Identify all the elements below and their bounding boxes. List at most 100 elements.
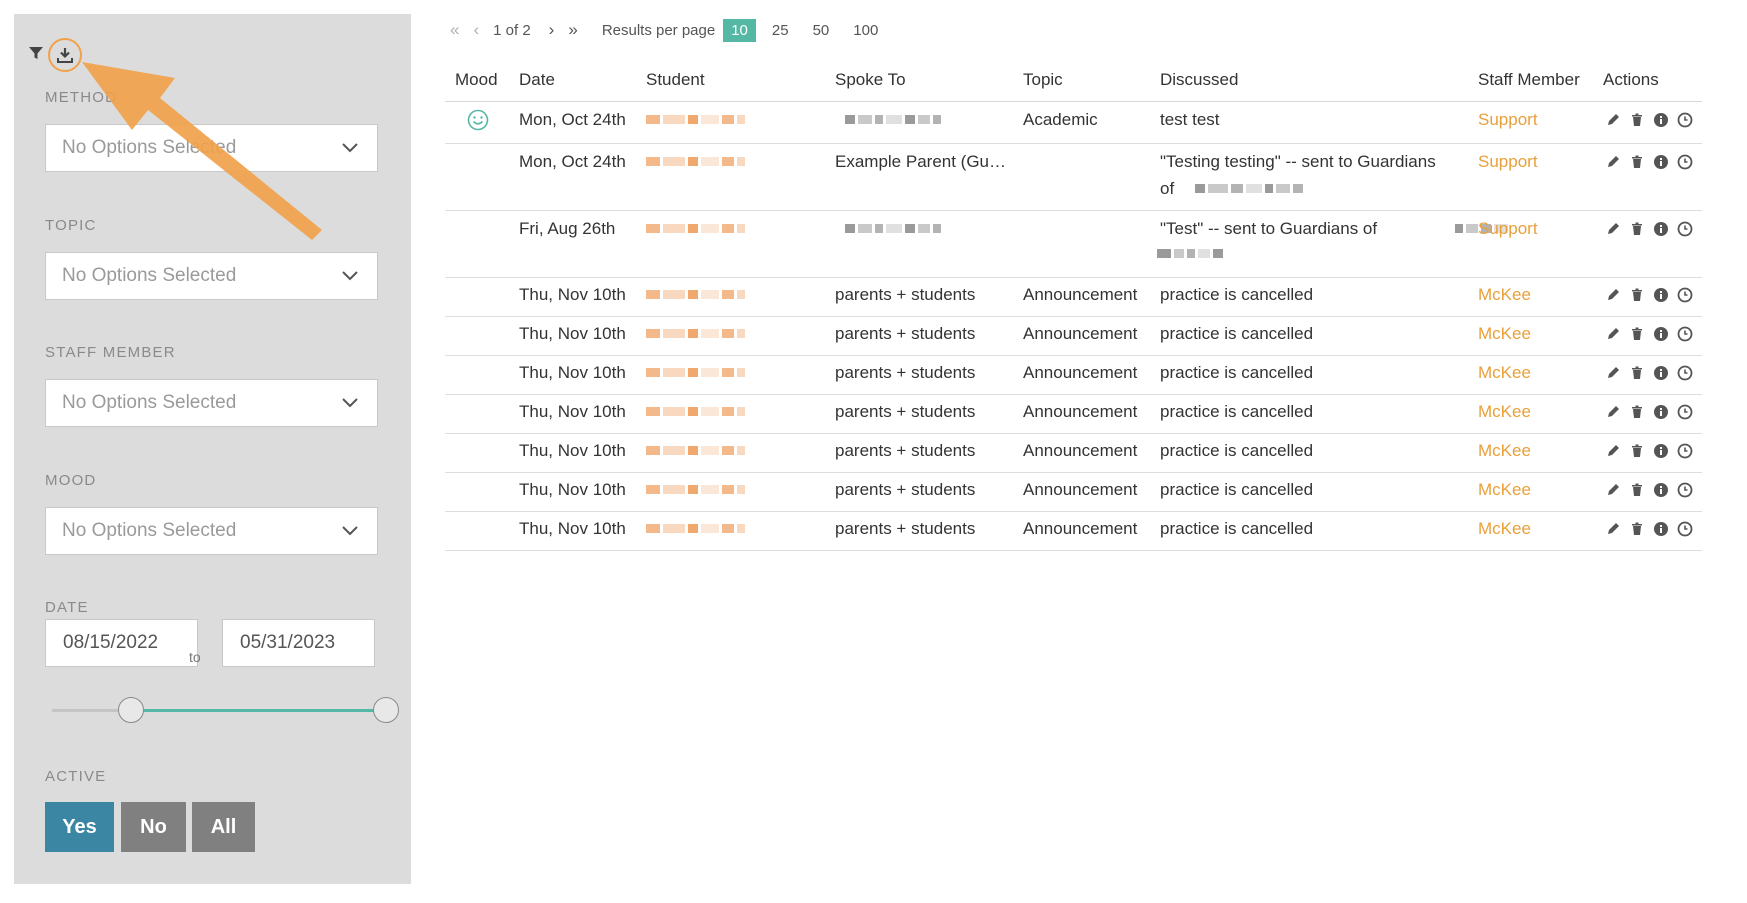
first-page-icon[interactable]: « — [450, 20, 459, 40]
table-row[interactable]: Thu, Nov 10th parents + students Announcem… — [445, 356, 1702, 395]
col-discussed[interactable]: Discussed — [1160, 70, 1238, 90]
trash-icon[interactable] — [1629, 521, 1645, 537]
info-icon[interactable] — [1653, 154, 1669, 170]
pencil-icon[interactable] — [1605, 112, 1621, 128]
info-icon[interactable] — [1653, 287, 1669, 303]
date-range-slider[interactable] — [52, 697, 399, 723]
table-row[interactable]: Thu, Nov 10th parents + students Announcem… — [445, 473, 1702, 512]
row-staff-member[interactable]: Support — [1478, 152, 1538, 172]
row-date: Thu, Nov 10th — [519, 363, 626, 382]
row-actions — [1605, 287, 1693, 303]
col-student[interactable]: Student — [646, 70, 705, 90]
row-staff-member[interactable]: McKee — [1478, 285, 1531, 305]
chevron-down-icon — [342, 143, 358, 153]
clock-icon[interactable] — [1677, 221, 1693, 237]
prev-page-icon[interactable]: ‹ — [473, 20, 479, 40]
filter-icon[interactable] — [28, 45, 44, 66]
row-staff-member[interactable]: McKee — [1478, 519, 1531, 539]
table-row[interactable]: Fri, Aug 26th "Test" -- sent to Guardians… — [445, 211, 1702, 278]
download-button[interactable] — [48, 38, 82, 72]
pencil-icon[interactable] — [1605, 221, 1621, 237]
info-icon[interactable] — [1653, 482, 1669, 498]
pencil-icon[interactable] — [1605, 521, 1621, 537]
trash-icon[interactable] — [1629, 221, 1645, 237]
date-to-input[interactable]: 05/31/2023 — [222, 619, 375, 667]
table-row[interactable]: Thu, Nov 10th parents + students Announcem… — [445, 278, 1702, 317]
clock-icon[interactable] — [1677, 521, 1693, 537]
per-page-50[interactable]: 50 — [805, 19, 838, 42]
clock-icon[interactable] — [1677, 326, 1693, 342]
per-page-25[interactable]: 25 — [764, 19, 797, 42]
active-all-button[interactable]: All — [192, 802, 255, 852]
row-staff-member[interactable]: McKee — [1478, 441, 1531, 461]
staff-member-select[interactable]: No Options Selected — [45, 379, 378, 427]
col-mood[interactable]: Mood — [455, 70, 498, 90]
trash-icon[interactable] — [1629, 154, 1645, 170]
trash-icon[interactable] — [1629, 326, 1645, 342]
per-page-10[interactable]: 10 — [723, 18, 756, 42]
clock-icon[interactable] — [1677, 112, 1693, 128]
date-from-input[interactable]: 08/15/2022 — [45, 619, 198, 667]
per-page-100[interactable]: 100 — [845, 19, 886, 42]
table-row[interactable]: Mon, Oct 24th Academic test test Support — [445, 102, 1702, 144]
col-spoke-to[interactable]: Spoke To — [835, 70, 906, 90]
next-page-icon[interactable]: › — [549, 20, 555, 40]
row-staff-member[interactable]: McKee — [1478, 363, 1531, 383]
clock-icon[interactable] — [1677, 287, 1693, 303]
info-icon[interactable] — [1653, 404, 1669, 420]
info-icon[interactable] — [1653, 443, 1669, 459]
clock-icon[interactable] — [1677, 154, 1693, 170]
row-actions — [1605, 112, 1693, 128]
slider-handle-start[interactable] — [118, 697, 144, 723]
row-discussed: "Testing testing" -- sent to Guardians — [1160, 152, 1436, 171]
col-staff-member[interactable]: Staff Member — [1478, 70, 1580, 90]
trash-icon[interactable] — [1629, 482, 1645, 498]
table-row[interactable]: Thu, Nov 10th parents + students Announcem… — [445, 434, 1702, 473]
info-icon[interactable] — [1653, 521, 1669, 537]
guardian-name-redacted — [1157, 249, 1223, 258]
info-icon[interactable] — [1653, 221, 1669, 237]
trash-icon[interactable] — [1629, 365, 1645, 381]
table-row[interactable]: Thu, Nov 10th parents + students Announcem… — [445, 317, 1702, 356]
row-staff-member[interactable]: Support — [1478, 219, 1538, 239]
row-staff-member[interactable]: McKee — [1478, 402, 1531, 422]
row-discussed: practice is cancelled — [1160, 363, 1314, 382]
table-row[interactable]: Thu, Nov 10th parents + students Announcem… — [445, 512, 1702, 551]
pencil-icon[interactable] — [1605, 326, 1621, 342]
clock-icon[interactable] — [1677, 482, 1693, 498]
row-staff-member[interactable]: McKee — [1478, 324, 1531, 344]
pencil-icon[interactable] — [1605, 365, 1621, 381]
row-discussed: practice is cancelled — [1160, 285, 1314, 304]
pencil-icon[interactable] — [1605, 154, 1621, 170]
clock-icon[interactable] — [1677, 404, 1693, 420]
clock-icon[interactable] — [1677, 365, 1693, 381]
row-date: Thu, Nov 10th — [519, 519, 626, 538]
row-staff-member[interactable]: Support — [1478, 110, 1538, 130]
pencil-icon[interactable] — [1605, 443, 1621, 459]
method-select[interactable]: No Options Selected — [45, 124, 378, 172]
table-row[interactable]: Thu, Nov 10th parents + students Announcem… — [445, 395, 1702, 434]
active-no-button[interactable]: No — [121, 802, 186, 852]
info-icon[interactable] — [1653, 112, 1669, 128]
trash-icon[interactable] — [1629, 443, 1645, 459]
interactions-table: Mood Date Student Spoke To Topic Discuss… — [445, 60, 1702, 551]
trash-icon[interactable] — [1629, 404, 1645, 420]
table-row[interactable]: Mon, Oct 24th Example Parent (Gu… "Testing… — [445, 144, 1702, 211]
mood-select[interactable]: No Options Selected — [45, 507, 378, 555]
topic-select[interactable]: No Options Selected — [45, 252, 378, 300]
info-icon[interactable] — [1653, 365, 1669, 381]
col-topic[interactable]: Topic — [1023, 70, 1063, 90]
col-date[interactable]: Date — [519, 70, 555, 90]
last-page-icon[interactable]: » — [568, 20, 577, 40]
row-staff-member[interactable]: McKee — [1478, 480, 1531, 500]
info-icon[interactable] — [1653, 326, 1669, 342]
active-yes-button[interactable]: Yes — [45, 802, 114, 852]
pencil-icon[interactable] — [1605, 287, 1621, 303]
pencil-icon[interactable] — [1605, 404, 1621, 420]
trash-icon[interactable] — [1629, 287, 1645, 303]
clock-icon[interactable] — [1677, 443, 1693, 459]
row-actions — [1605, 365, 1693, 381]
slider-handle-end[interactable] — [373, 697, 399, 723]
pencil-icon[interactable] — [1605, 482, 1621, 498]
trash-icon[interactable] — [1629, 112, 1645, 128]
